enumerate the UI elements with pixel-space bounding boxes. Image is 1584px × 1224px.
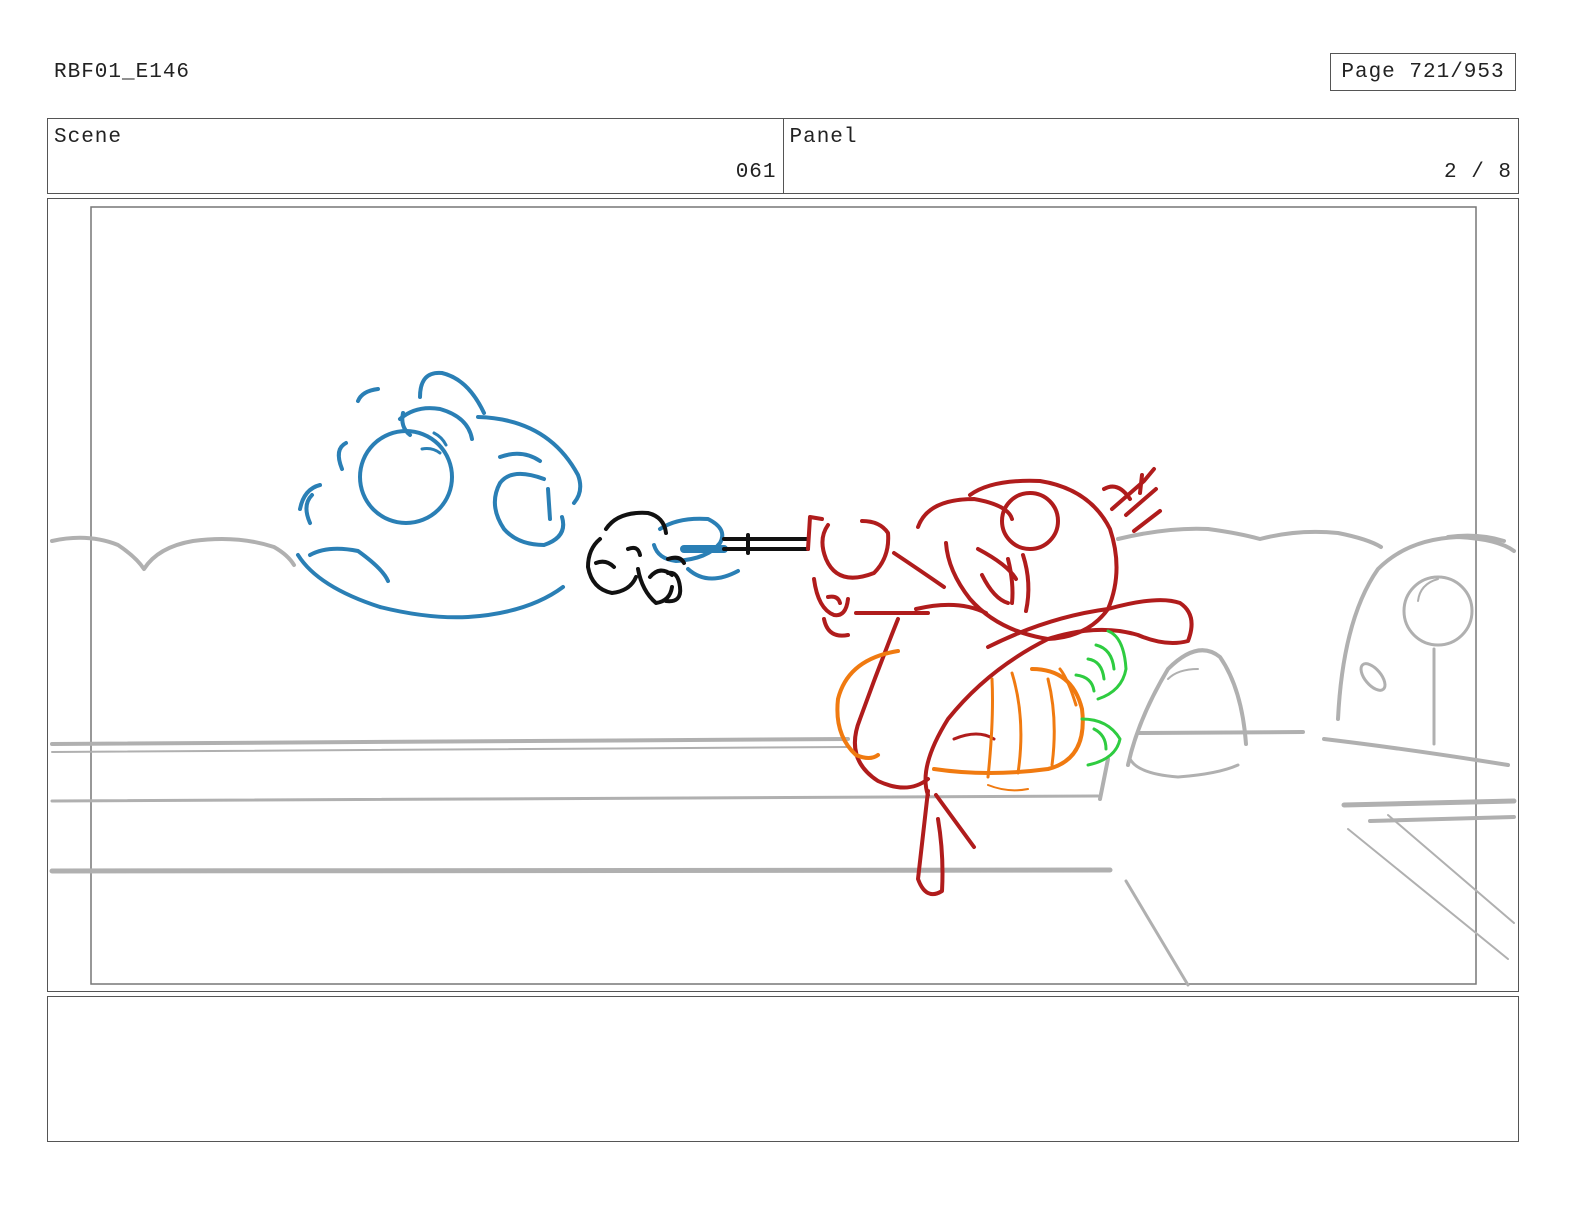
scene-number: 061: [735, 161, 777, 184]
orange-body-sketch: [835, 649, 1085, 792]
panel-cell: Panel 2 / 8: [782, 119, 1519, 193]
safe-area-border: [90, 206, 1477, 985]
blue-character-sketch: [296, 370, 740, 620]
page-indicator: Page 721/953: [1330, 53, 1516, 91]
panel-label: Panel: [789, 126, 858, 149]
scene-label: Scene: [54, 126, 123, 149]
storyboard-sketch: [49, 206, 1517, 987]
scene-panel-info: Scene 061 Panel 2 / 8: [47, 118, 1519, 194]
green-accent-sketch: [1074, 629, 1128, 767]
panel-number: 2 / 8: [1443, 161, 1512, 184]
red-character-sketch: [806, 467, 1194, 896]
notes-area: [47, 996, 1519, 1142]
scene-cell: Scene 061: [48, 119, 783, 193]
storyboard-frame: [47, 198, 1519, 992]
background-lines: [49, 526, 1517, 987]
document-id: RBF01_E146: [54, 61, 191, 84]
